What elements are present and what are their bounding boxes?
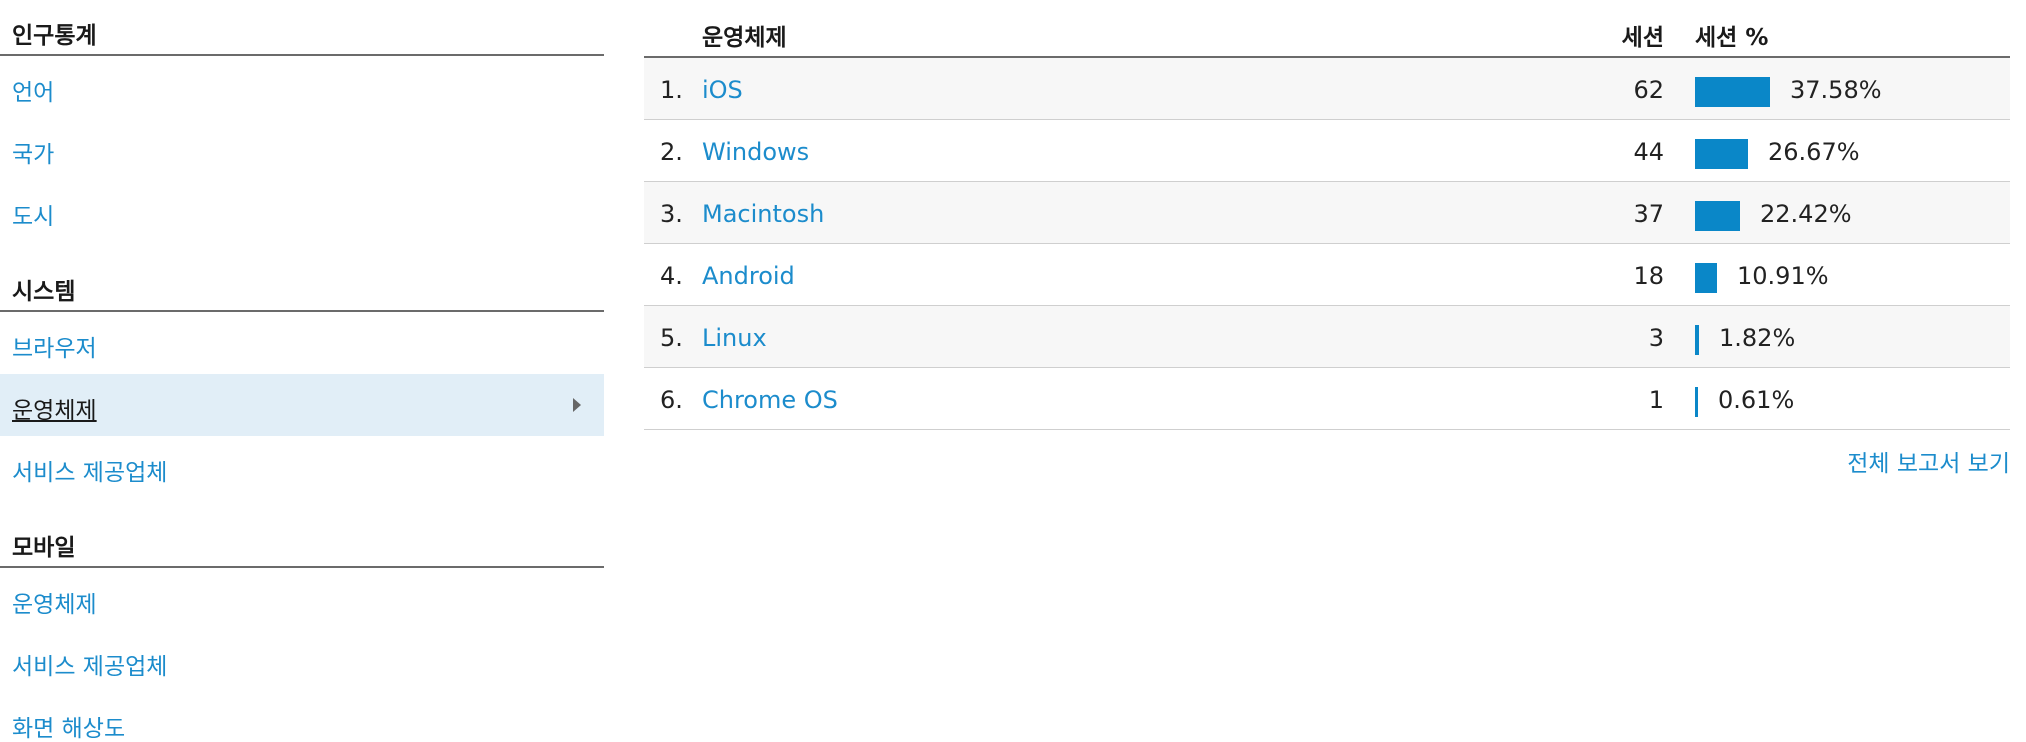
row-rank: 2.: [660, 138, 683, 166]
nav-section-system: 시스템 브라우저 운영체제 서비스 제공업체: [0, 256, 604, 498]
nav-item-language[interactable]: 언어: [0, 56, 604, 118]
nav-item-country[interactable]: 국가: [0, 118, 604, 180]
nav-section-mobile: 모바일 운영체제 서비스 제공업체 화면 해상도: [0, 512, 604, 742]
session-percent-bar: [1695, 77, 1770, 107]
nav-item-label: 브라우저: [12, 336, 97, 362]
row-rank: 1.: [660, 76, 683, 104]
table-row: 1. iOS 62 37.58%: [644, 58, 2010, 120]
nav-section-title: 모바일: [0, 512, 604, 568]
row-rank: 5.: [660, 324, 683, 352]
session-percent-value: 10.91%: [1737, 262, 1829, 290]
sessions-value: 62: [1633, 76, 1664, 104]
nav-section-demographics: 인구통계 언어 국가 도시: [0, 0, 604, 242]
column-header-os: 운영체제: [702, 25, 787, 51]
os-name-link[interactable]: Android: [702, 262, 795, 290]
nav-item-city[interactable]: 도시: [0, 180, 604, 242]
sessions-value: 18: [1633, 262, 1664, 290]
nav-item-label: 운영체제: [12, 592, 97, 618]
nav-item-mobile-service-provider[interactable]: 서비스 제공업체: [0, 630, 604, 692]
session-percent-value: 1.82%: [1719, 324, 1796, 352]
os-name-link[interactable]: iOS: [702, 76, 743, 104]
os-report-widget: 인구통계 언어 국가 도시 시스템 브라우저 운영체제 서비스 제공업체 모바일…: [0, 0, 2026, 742]
row-rank: 4.: [660, 262, 683, 290]
table-body: 1. iOS 62 37.58% 2. Windows 44 26.67% 3. Macintos…: [644, 58, 2010, 430]
nav-item-service-provider[interactable]: 서비스 제공업체: [0, 436, 604, 498]
session-percent-bar: [1695, 139, 1748, 169]
report-nav: 인구통계 언어 국가 도시 시스템 브라우저 운영체제 서비스 제공업체 모바일…: [0, 0, 604, 742]
view-full-report-link[interactable]: 전체 보고서 보기: [1847, 444, 2010, 478]
row-rank: 6.: [660, 386, 683, 414]
nav-item-label: 언어: [12, 80, 55, 106]
os-name-link[interactable]: Macintosh: [702, 200, 824, 228]
nav-item-label: 서비스 제공업체: [12, 460, 168, 486]
column-header-session-percent: 세션 %: [1695, 25, 1769, 51]
os-name-link[interactable]: Linux: [702, 324, 767, 352]
session-percent-bar: [1695, 325, 1699, 355]
os-name-link[interactable]: Windows: [702, 138, 809, 166]
table-row: 5. Linux 3 1.82%: [644, 306, 2010, 368]
nav-item-label: 서비스 제공업체: [12, 654, 168, 680]
nav-item-mobile-operating-system[interactable]: 운영체제: [0, 568, 604, 630]
os-sessions-table: 운영체제 세션 세션 % 1. iOS 62 37.58% 2. Windows 44 26.…: [644, 0, 2010, 477]
os-name-link[interactable]: Chrome OS: [702, 386, 838, 414]
session-percent-value: 22.42%: [1760, 200, 1852, 228]
table-row: 4. Android 18 10.91%: [644, 244, 2010, 306]
nav-item-operating-system[interactable]: 운영체제: [0, 374, 604, 436]
nav-item-label: 도시: [12, 204, 55, 230]
column-header-sessions: 세션: [1621, 25, 1664, 51]
nav-item-browser[interactable]: 브라우저: [0, 312, 604, 374]
row-rank: 3.: [660, 200, 683, 228]
table-header: 운영체제 세션 세션 %: [644, 0, 2010, 58]
nav-item-label: 화면 해상도: [12, 716, 126, 742]
session-percent-value: 26.67%: [1768, 138, 1860, 166]
table-row: 3. Macintosh 37 22.42%: [644, 182, 2010, 244]
session-percent-bar: [1695, 263, 1717, 293]
session-percent-value: 37.58%: [1790, 76, 1882, 104]
nav-item-label: 운영체제: [12, 398, 97, 424]
session-percent-bar: [1695, 387, 1698, 417]
table-row: 6. Chrome OS 1 0.61%: [644, 368, 2010, 430]
nav-item-label: 국가: [12, 142, 55, 168]
sessions-value: 1: [1648, 386, 1664, 414]
table-row: 2. Windows 44 26.67%: [644, 120, 2010, 182]
nav-section-title: 인구통계: [0, 0, 604, 56]
session-percent-value: 0.61%: [1718, 386, 1795, 414]
nav-section-title: 시스템: [0, 256, 604, 312]
sessions-value: 44: [1633, 138, 1664, 166]
caret-right-icon: [573, 398, 581, 412]
sessions-value: 37: [1633, 200, 1664, 228]
nav-item-screen-resolution[interactable]: 화면 해상도: [0, 692, 604, 742]
sessions-value: 3: [1648, 324, 1664, 352]
session-percent-bar: [1695, 201, 1740, 231]
